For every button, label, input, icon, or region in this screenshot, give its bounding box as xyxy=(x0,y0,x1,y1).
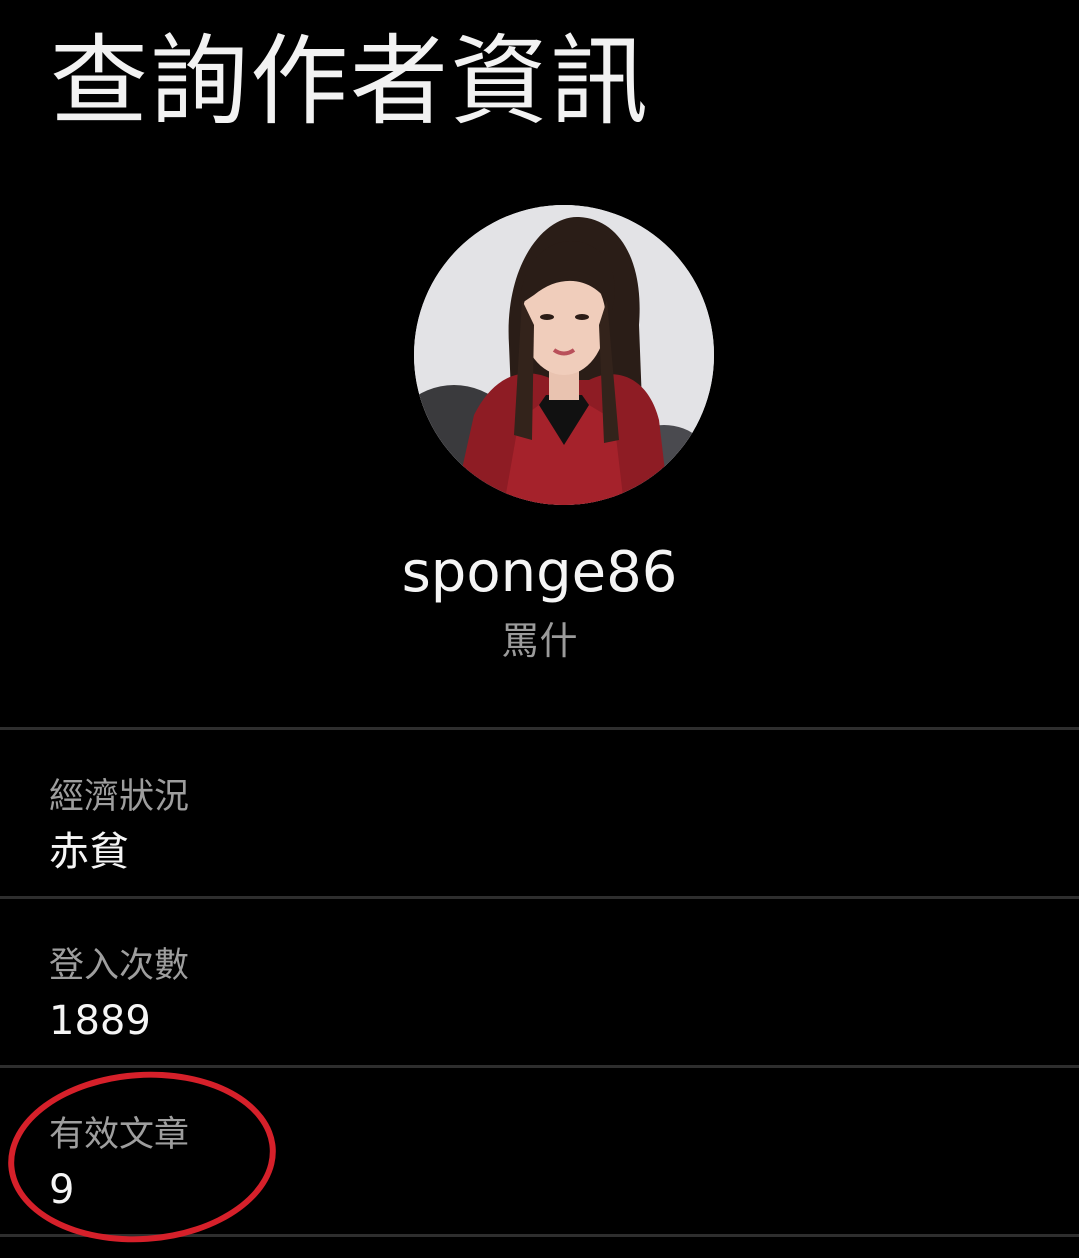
avatar-photo xyxy=(414,205,714,505)
info-value: 1889 xyxy=(49,998,151,1044)
info-label: 登入次數 xyxy=(49,946,190,986)
info-label: 經濟狀況 xyxy=(49,777,190,817)
avatar[interactable] xyxy=(414,205,714,505)
nickname: 罵什 xyxy=(501,619,578,663)
info-item-login-count: 登入次數 1889 xyxy=(0,899,1079,1065)
info-value: 赤貧 xyxy=(49,829,129,875)
page-title: 查詢作者資訊 xyxy=(50,25,651,139)
info-item-economy: 經濟狀況 赤貧 xyxy=(0,730,1079,896)
username: sponge86 xyxy=(401,540,678,605)
